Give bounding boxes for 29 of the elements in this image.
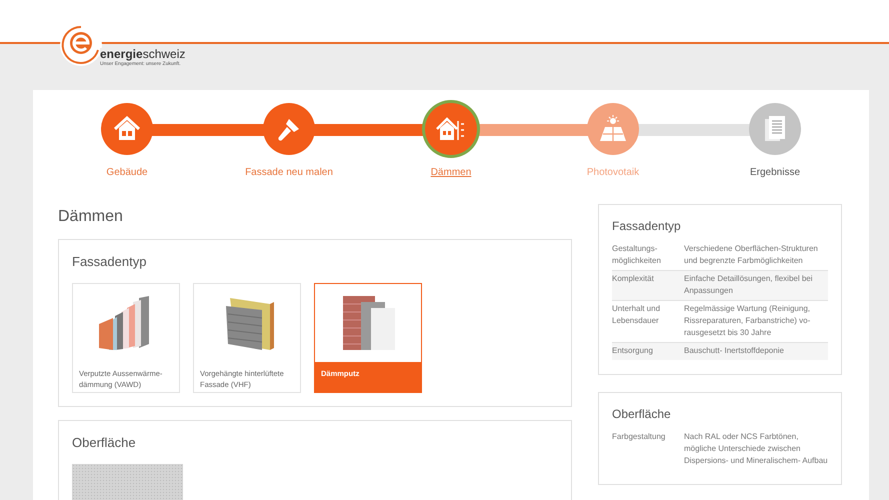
- step-button[interactable]: [425, 103, 477, 155]
- step-button[interactable]: [749, 103, 801, 155]
- step-label[interactable]: Photovotaik: [586, 167, 640, 178]
- property-value: Nach RAL oder NCS Farbtönen, mögliche Unterschiede zwischen Dispersions- und Mineralischem- Aufbau: [684, 431, 828, 467]
- page-title: Dämmen: [58, 208, 124, 226]
- step-button[interactable]: [587, 103, 639, 155]
- property-label: Entsorgung: [612, 345, 654, 357]
- logo-wordmark: energieschweiz: [100, 48, 186, 60]
- property-value: Regelmässige Wartung (Reinigung, Rissreparaturen, Farbanstriche) vo-rausgesetzt bis 30 Jahre: [684, 303, 812, 339]
- step-label[interactable]: Ergebnisse: [750, 167, 800, 178]
- section-title: Oberfläche: [72, 435, 137, 450]
- solar-panel-icon: [598, 115, 628, 143]
- documents-icon: [763, 115, 787, 143]
- step-label[interactable]: Dämmen: [430, 167, 472, 178]
- insulated-house-icon: [436, 116, 466, 142]
- info-card-title: Oberfläche: [612, 407, 672, 421]
- step-label[interactable]: Fassade neu malen: [245, 167, 333, 178]
- step-button[interactable]: [101, 103, 153, 155]
- house-icon: [113, 116, 141, 142]
- info-card-title: Fassadentyp: [612, 219, 682, 233]
- section-title: Fassadentyp: [72, 254, 148, 269]
- property-label: Komplexität: [612, 273, 655, 285]
- step-label[interactable]: Gebäude: [106, 167, 148, 178]
- property-value: Einfache Detaillösungen, flexibel bei Anpassungen: [684, 273, 814, 297]
- property-label: Gestaltungs-möglichkeiten: [612, 243, 662, 267]
- property-value: Verschiedene Oberflächen-Strukturen und begrenzte Farbmöglichkeiten: [684, 243, 819, 267]
- property-value: Bauschutt- Inertstoffdeponie: [684, 345, 785, 357]
- property-label: Unterhalt und Lebensdauer: [612, 303, 662, 327]
- property-label: Farbgestaltung: [612, 431, 666, 443]
